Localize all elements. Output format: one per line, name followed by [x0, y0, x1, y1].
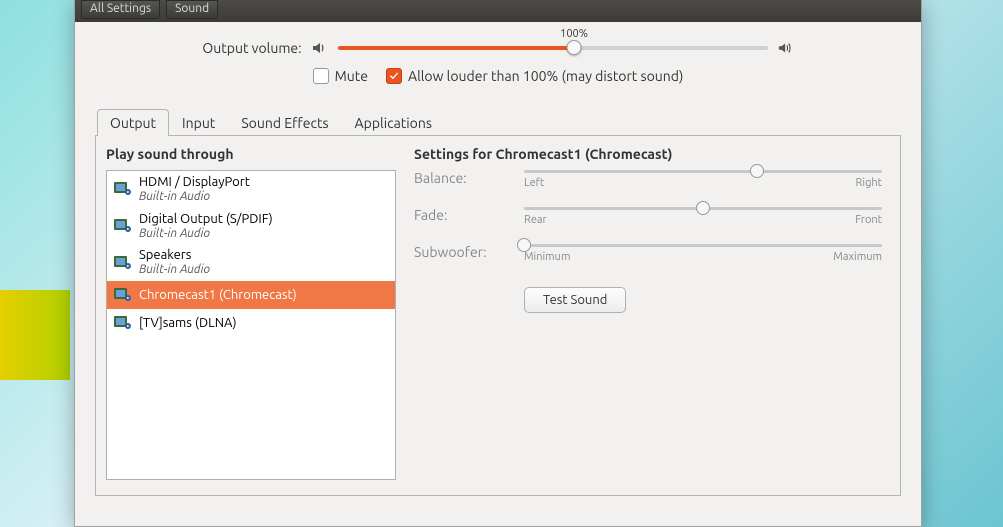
- sound-settings-window: All Settings Sound Output volume: 100%: [74, 0, 922, 527]
- speaker-low-icon: [312, 41, 328, 55]
- mute-label: Mute: [335, 68, 368, 84]
- balance-label: Balance:: [414, 170, 524, 186]
- device-name: Chromecast1 (Chromecast): [139, 288, 297, 303]
- fade-slider[interactable]: RearFront: [524, 207, 882, 226]
- device-item[interactable]: SpeakersBuilt-in Audio: [107, 244, 395, 281]
- output-device-list[interactable]: HDMI / DisplayPortBuilt-in AudioDigital …: [106, 170, 396, 480]
- device-item[interactable]: HDMI / DisplayPortBuilt-in Audio: [107, 171, 395, 208]
- device-item[interactable]: [TV]sams (DLNA): [107, 309, 395, 337]
- output-volume-label: Output volume:: [202, 40, 301, 56]
- device-name: HDMI / DisplayPort: [139, 175, 250, 190]
- device-name: [TV]sams (DLNA): [139, 316, 237, 331]
- device-name: Speakers: [139, 248, 210, 263]
- tab-sound-effects[interactable]: Sound Effects: [228, 109, 341, 136]
- sound-card-icon: [113, 216, 133, 236]
- device-item[interactable]: Digital Output (S/PDIF)Built-in Audio: [107, 208, 395, 245]
- device-description: Built-in Audio: [139, 263, 210, 277]
- mute-checkbox[interactable]: [313, 68, 329, 84]
- device-name: Digital Output (S/PDIF): [139, 212, 273, 227]
- sound-card-icon: [113, 285, 133, 305]
- tab-output[interactable]: Output: [97, 109, 169, 136]
- fade-label: Fade:: [414, 207, 524, 223]
- device-settings-heading: Settings for Chromecast1 (Chromecast): [414, 146, 882, 162]
- tab-bar: OutputInputSound EffectsApplications: [95, 108, 901, 136]
- tab-applications[interactable]: Applications: [342, 109, 445, 136]
- device-description: Built-in Audio: [139, 227, 273, 241]
- subwoofer-label: Subwoofer:: [414, 244, 524, 260]
- device-item[interactable]: Chromecast1 (Chromecast): [107, 281, 395, 309]
- breadcrumb-all-settings[interactable]: All Settings: [81, 0, 160, 19]
- louder-label: Allow louder than 100% (may distort soun…: [408, 68, 683, 84]
- mute-checkbox-row[interactable]: Mute: [313, 68, 368, 84]
- titlebar: All Settings Sound: [75, 0, 921, 22]
- balance-slider[interactable]: LeftRight: [524, 170, 882, 189]
- subwoofer-slider[interactable]: MinimumMaximum: [524, 244, 882, 263]
- sound-card-icon: [113, 253, 133, 273]
- output-panel: Play sound through HDMI / DisplayPortBui…: [95, 136, 901, 496]
- output-volume-slider[interactable]: 100%: [338, 46, 768, 50]
- speaker-high-icon: [778, 41, 794, 55]
- sound-card-icon: [113, 179, 133, 199]
- louder-checkbox[interactable]: ✓: [386, 68, 402, 84]
- tab-input[interactable]: Input: [169, 109, 228, 136]
- test-sound-button[interactable]: Test Sound: [524, 287, 626, 313]
- louder-checkbox-row[interactable]: ✓ Allow louder than 100% (may distort so…: [386, 68, 683, 84]
- device-description: Built-in Audio: [139, 190, 250, 204]
- breadcrumb-sound[interactable]: Sound: [166, 0, 218, 19]
- play-through-heading: Play sound through: [106, 146, 396, 162]
- sound-card-icon: [113, 313, 133, 333]
